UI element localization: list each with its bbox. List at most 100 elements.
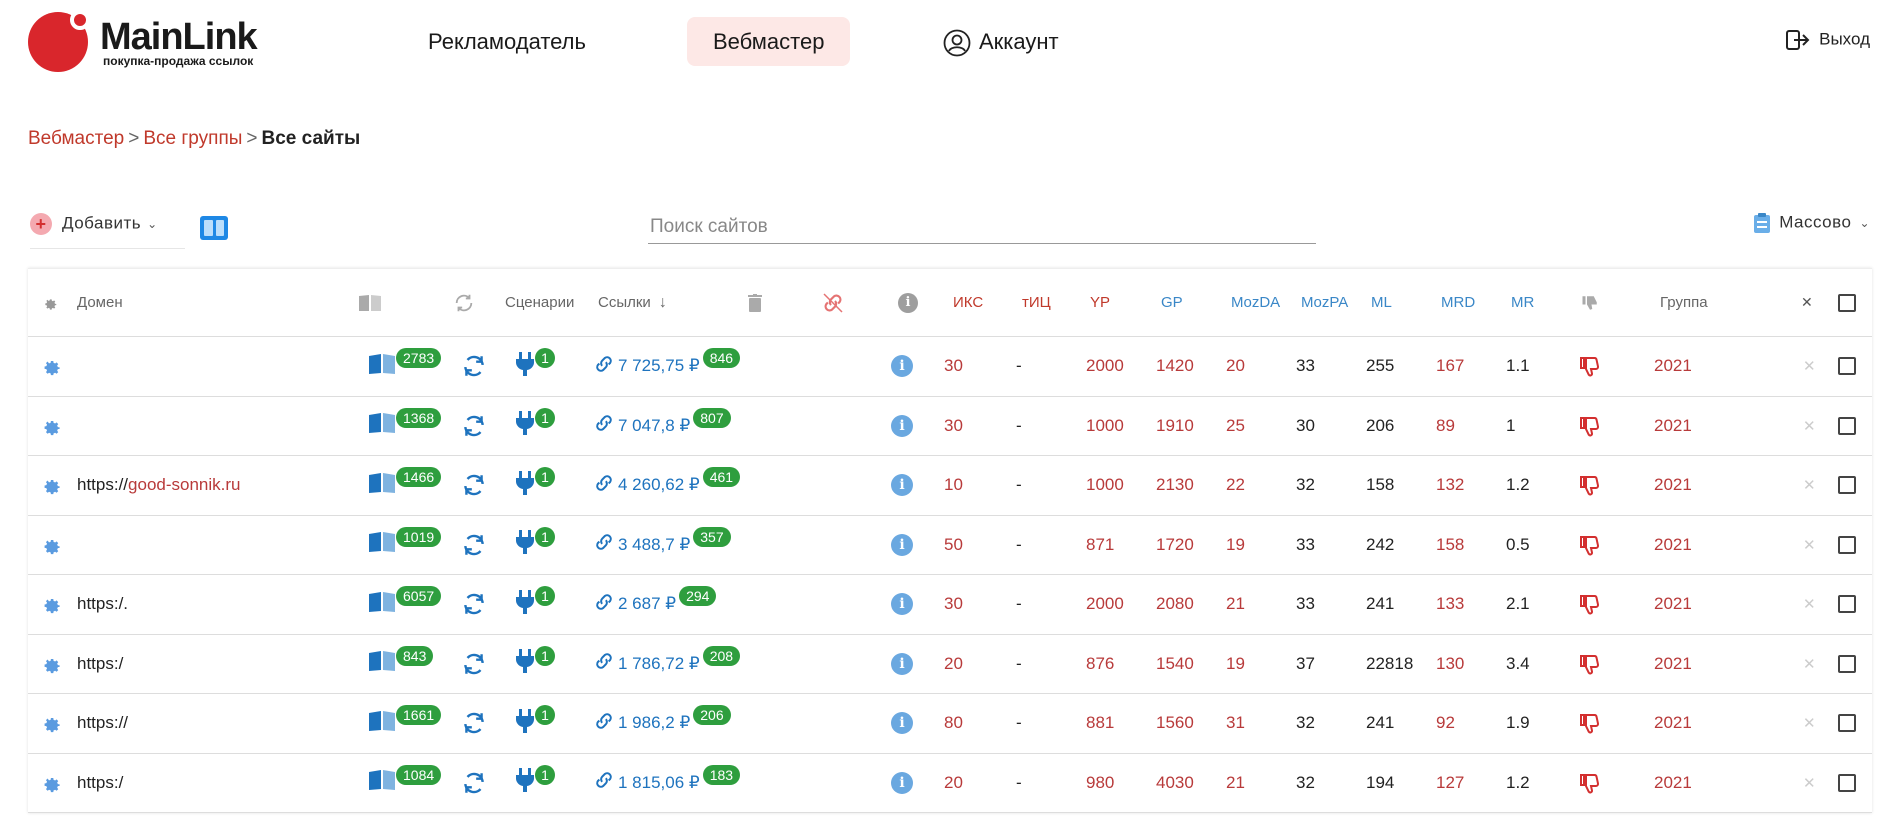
header-gp[interactable]: GP	[1161, 269, 1183, 336]
pages-cell[interactable]: 1084	[368, 754, 442, 813]
scenarios-cell[interactable]: 1	[515, 694, 555, 753]
settings-icon[interactable]	[40, 575, 62, 634]
thumbs-down-icon[interactable]	[1578, 456, 1602, 515]
unpin-icon[interactable]: ✕	[1803, 397, 1816, 456]
settings-icon[interactable]	[40, 516, 62, 575]
scenarios-cell[interactable]: 1	[515, 397, 555, 456]
thumbs-down-icon[interactable]	[1578, 635, 1602, 694]
pages-cell[interactable]: 843	[368, 635, 434, 694]
info-icon[interactable]: i	[891, 337, 913, 396]
pages-cell[interactable]: 1019	[368, 516, 442, 575]
settings-icon[interactable]	[40, 397, 62, 456]
settings-icon[interactable]	[40, 694, 62, 753]
info-icon[interactable]: i	[891, 456, 913, 515]
pages-cell[interactable]: 1661	[368, 694, 442, 753]
header-tic[interactable]: тИЦ	[1022, 269, 1051, 336]
unpin-icon[interactable]: ✕	[1803, 456, 1816, 515]
nav-webmaster[interactable]: Вебмастер	[687, 17, 851, 66]
refresh-icon[interactable]	[461, 754, 487, 813]
settings-icon[interactable]	[40, 635, 62, 694]
scenarios-cell[interactable]: 1	[515, 635, 555, 694]
scenarios-cell[interactable]: 1	[515, 337, 555, 396]
breadcrumb-all-groups[interactable]: Все группы	[143, 128, 242, 149]
unpin-icon[interactable]: ✕	[1803, 694, 1816, 753]
refresh-icon[interactable]	[461, 337, 487, 396]
row-checkbox[interactable]	[1838, 635, 1856, 694]
select-all-checkbox[interactable]	[1838, 269, 1856, 336]
group-link[interactable]: 2021	[1654, 516, 1692, 575]
thumbs-down-icon[interactable]	[1578, 754, 1602, 813]
scenarios-cell[interactable]: 1	[515, 456, 555, 515]
unpin-icon[interactable]: ✕	[1803, 337, 1816, 396]
refresh-icon[interactable]	[461, 516, 487, 575]
columns-view-button[interactable]	[200, 216, 228, 240]
domain-cell[interactable]: https://good-sonnik.ru	[77, 456, 241, 515]
links-cell[interactable]: 3 488,7 ₽357	[593, 516, 731, 575]
info-icon[interactable]: i	[891, 635, 913, 694]
thumbs-down-icon[interactable]	[1578, 575, 1602, 634]
logo[interactable]: MainLink покупка-продажа ссылок	[28, 10, 268, 74]
header-links[interactable]: Ссылки ↓	[598, 269, 667, 336]
refresh-icon[interactable]	[461, 694, 487, 753]
refresh-icon[interactable]	[461, 456, 487, 515]
row-checkbox[interactable]	[1838, 575, 1856, 634]
header-mr[interactable]: MR	[1511, 269, 1534, 336]
group-link[interactable]: 2021	[1654, 635, 1692, 694]
group-link[interactable]: 2021	[1654, 575, 1692, 634]
unpin-icon[interactable]: ✕	[1803, 516, 1816, 575]
header-yp[interactable]: YP	[1090, 269, 1110, 336]
refresh-icon[interactable]	[461, 635, 487, 694]
header-ml[interactable]: ML	[1371, 269, 1392, 336]
scenarios-cell[interactable]: 1	[515, 754, 555, 813]
refresh-icon[interactable]	[461, 397, 487, 456]
unpin-icon[interactable]: ✕	[1803, 635, 1816, 694]
header-scenarios[interactable]: Сценарии	[505, 269, 574, 336]
mass-actions-button[interactable]: Массово ⌄	[1753, 212, 1870, 234]
domain-cell[interactable]: https:/	[77, 754, 123, 813]
links-cell[interactable]: 4 260,62 ₽461	[593, 456, 741, 515]
links-cell[interactable]: 7 725,75 ₽846	[593, 337, 741, 396]
domain-cell[interactable]: https://	[77, 694, 128, 753]
thumbs-down-icon[interactable]	[1578, 397, 1602, 456]
header-mrd[interactable]: MRD	[1441, 269, 1475, 336]
row-checkbox[interactable]	[1838, 397, 1856, 456]
add-button[interactable]: + Добавить ⌄	[30, 213, 185, 249]
info-icon[interactable]: i	[891, 694, 913, 753]
group-link[interactable]: 2021	[1654, 397, 1692, 456]
breadcrumb-webmaster[interactable]: Вебмастер	[28, 128, 124, 149]
row-checkbox[interactable]	[1838, 694, 1856, 753]
row-checkbox[interactable]	[1838, 516, 1856, 575]
info-icon[interactable]: i	[891, 754, 913, 813]
header-domain[interactable]: Домен	[77, 269, 123, 336]
thumbs-down-icon[interactable]	[1578, 694, 1602, 753]
domain-cell[interactable]: https:/	[77, 635, 123, 694]
group-link[interactable]: 2021	[1654, 337, 1692, 396]
links-cell[interactable]: 2 687 ₽294	[593, 575, 717, 634]
pages-cell[interactable]: 1368	[368, 397, 442, 456]
header-group[interactable]: Группа	[1660, 269, 1708, 336]
header-mozpa[interactable]: MozPA	[1301, 269, 1348, 336]
logout-button[interactable]: Выход	[1785, 28, 1870, 52]
unpin-icon[interactable]: ✕	[1803, 754, 1816, 813]
pages-cell[interactable]: 1466	[368, 456, 442, 515]
row-checkbox[interactable]	[1838, 754, 1856, 813]
nav-account[interactable]: Аккаунт	[943, 17, 1085, 66]
row-checkbox[interactable]	[1838, 456, 1856, 515]
thumbs-down-icon[interactable]	[1578, 337, 1602, 396]
scenarios-cell[interactable]: 1	[515, 516, 555, 575]
refresh-icon[interactable]	[461, 575, 487, 634]
pages-cell[interactable]: 6057	[368, 575, 442, 634]
domain-cell[interactable]: https:/.	[77, 575, 128, 634]
thumbs-down-icon[interactable]	[1578, 516, 1602, 575]
links-cell[interactable]: 7 047,8 ₽807	[593, 397, 731, 456]
domain-name[interactable]: good-sonnik.ru	[128, 475, 240, 495]
links-cell[interactable]: 1 815,06 ₽183	[593, 754, 741, 813]
unpin-icon[interactable]: ✕	[1803, 575, 1816, 634]
nav-advertiser[interactable]: Рекламодатель	[402, 17, 612, 66]
info-icon[interactable]: i	[891, 516, 913, 575]
info-icon[interactable]: i	[891, 397, 913, 456]
scenarios-cell[interactable]: 1	[515, 575, 555, 634]
info-icon[interactable]: i	[891, 575, 913, 634]
group-link[interactable]: 2021	[1654, 754, 1692, 813]
pages-cell[interactable]: 2783	[368, 337, 442, 396]
